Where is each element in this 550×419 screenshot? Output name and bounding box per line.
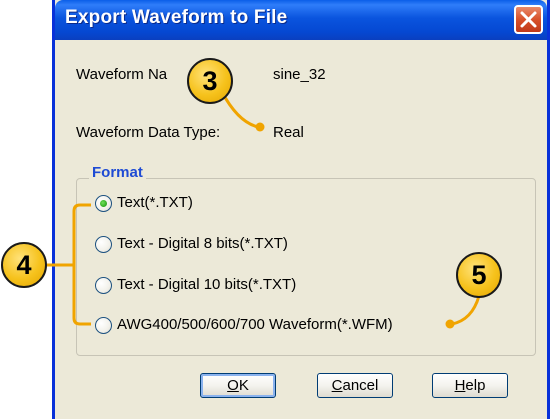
callout-3-badge: 3 bbox=[187, 58, 233, 104]
callout-3-leader bbox=[220, 91, 259, 129]
callout-leaders bbox=[44, 91, 481, 329]
callout-5-badge: 5 bbox=[456, 252, 502, 298]
callout-3-dot bbox=[255, 122, 265, 132]
callout-5-dot bbox=[445, 319, 455, 329]
callout-5-leader bbox=[451, 295, 481, 326]
callout-4-badge: 4 bbox=[1, 242, 47, 288]
callout-4-bracket bbox=[72, 203, 91, 326]
